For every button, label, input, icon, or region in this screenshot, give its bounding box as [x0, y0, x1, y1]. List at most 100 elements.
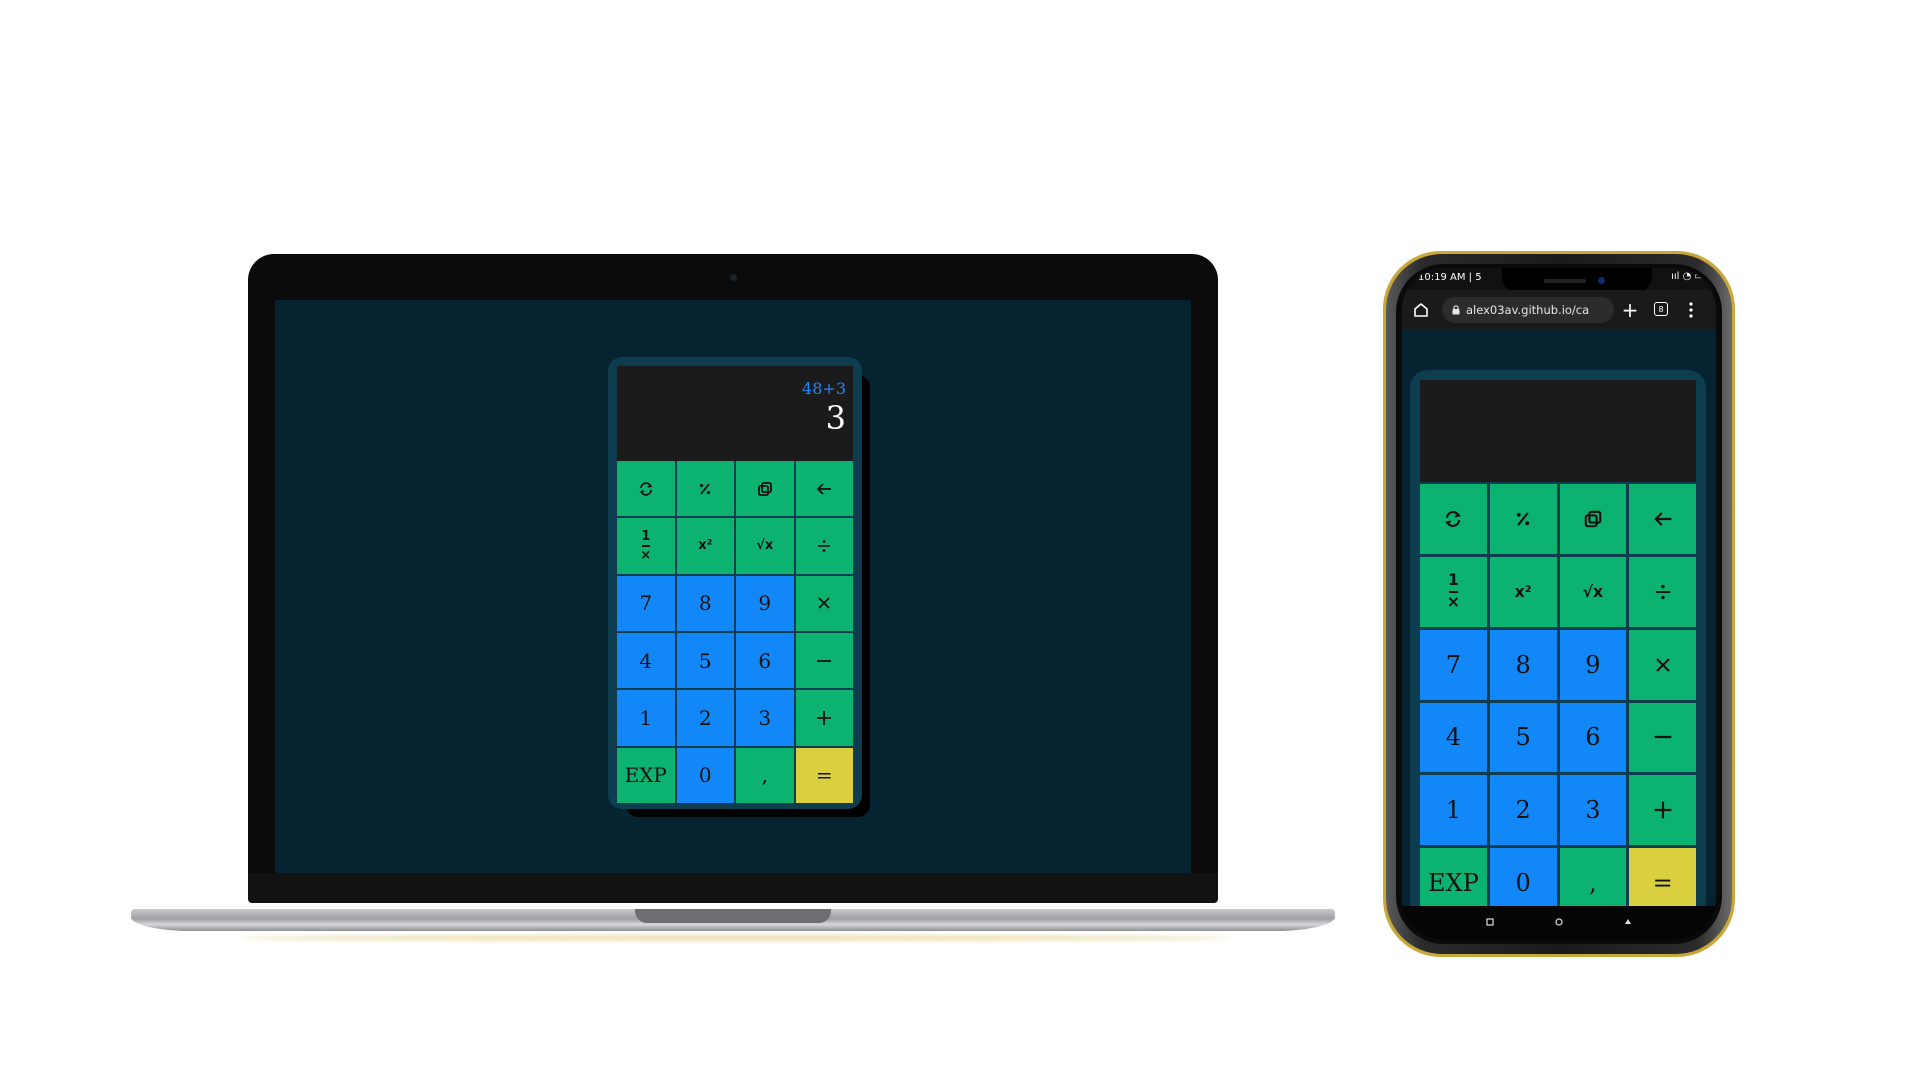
plus-icon [816, 710, 832, 726]
key-refresh[interactable] [1420, 484, 1487, 554]
sqrt-icon: √x [756, 538, 774, 554]
key-label: 7 [1445, 650, 1462, 679]
key-percent[interactable] [1489, 484, 1557, 554]
minus-icon [1653, 735, 1672, 740]
laptop-hinge [248, 873, 1218, 903]
more-menu-icon[interactable] [1686, 300, 1696, 320]
home-icon[interactable] [1412, 301, 1430, 319]
phone-screen: 10:19 AM | 5 ııl ◔ ▭ alex03av.github.io/… [1402, 268, 1716, 940]
laptop-camera [730, 274, 737, 281]
key-label: = [815, 763, 833, 788]
key-3[interactable]: 3 [1559, 775, 1627, 846]
key-divide[interactable] [1629, 556, 1696, 627]
recents-icon[interactable] [1486, 918, 1494, 926]
key-exp[interactable]: EXP [617, 747, 675, 803]
key-label: 1 [1445, 796, 1462, 825]
key-label: 8 [1515, 650, 1531, 679]
status-time: 10:19 AM | 5 [1418, 272, 1482, 283]
key-label: 4 [1445, 723, 1462, 752]
key-sqrt[interactable]: √x [1559, 556, 1627, 627]
expression-text: 48+3 [802, 379, 846, 398]
key-1[interactable]: 1 [1420, 775, 1487, 846]
divide-icon [1653, 582, 1672, 601]
android-nav-bar [1402, 906, 1716, 940]
key-comma[interactable]: , [736, 747, 794, 803]
percent-icon [1515, 511, 1532, 528]
key-label: 7 [639, 591, 653, 616]
key-refresh[interactable] [617, 461, 675, 517]
key-reciprocal[interactable]: 1 × [1420, 556, 1487, 627]
key-label: 4 [639, 648, 653, 673]
back-icon[interactable] [1624, 918, 1632, 926]
key-4[interactable]: 4 [617, 632, 675, 689]
key-8[interactable]: 8 [1489, 629, 1557, 700]
key-square[interactable]: x² [1489, 556, 1557, 627]
key-sqrt[interactable]: √x [736, 518, 794, 574]
key-6[interactable]: 6 [736, 632, 794, 689]
key-0[interactable]: 0 [676, 747, 734, 803]
key-multiply[interactable] [1629, 629, 1696, 700]
minus-icon [816, 659, 832, 663]
calculator-display [1420, 380, 1696, 482]
lock-icon [1452, 305, 1460, 315]
key-square[interactable]: x² [676, 518, 734, 574]
key-copy[interactable] [736, 461, 794, 517]
key-minus[interactable] [1629, 702, 1696, 773]
key-6[interactable]: 6 [1559, 702, 1627, 773]
new-tab-icon[interactable]: + [1620, 300, 1640, 320]
key-label: EXP [624, 763, 667, 788]
keypad: 1 × x² √x 7 8 9 4 5 6 1 2 3 EXP 0, = [1420, 484, 1696, 918]
key-7[interactable]: 7 [1420, 629, 1487, 700]
key-label: 8 [698, 591, 712, 616]
key-label: 5 [1515, 723, 1531, 752]
key-4[interactable]: 4 [1420, 702, 1487, 773]
key-divide[interactable] [795, 518, 853, 574]
key-3[interactable]: 3 [736, 690, 794, 746]
key-equals[interactable]: = [795, 747, 853, 803]
key-8[interactable]: 8 [676, 575, 734, 631]
key-plus[interactable] [795, 690, 853, 746]
tabs-icon[interactable]: 8 [1654, 302, 1668, 316]
laptop-shadow [240, 935, 1230, 941]
result-text: 3 [825, 399, 846, 437]
key-minus[interactable] [795, 632, 853, 689]
key-2[interactable]: 2 [1489, 775, 1557, 846]
address-bar[interactable]: alex03av.github.io/ca [1442, 297, 1614, 323]
key-2[interactable]: 2 [676, 690, 734, 746]
refresh-icon [1444, 509, 1463, 528]
key-plus[interactable] [1629, 775, 1696, 846]
key-label: 6 [1585, 723, 1601, 752]
percent-icon [698, 482, 712, 496]
key-backspace[interactable] [1629, 484, 1696, 554]
key-reciprocal[interactable]: 1 × [617, 518, 675, 574]
calculator-phone: 1 × x² √x 7 8 9 4 5 6 1 2 3 EXP 0, = [1410, 370, 1710, 920]
keypad: 1 × x² √x 7 8 9 4 5 6 1 2 3 EXP 0, = [617, 461, 853, 803]
key-label: 5 [698, 648, 712, 673]
multiply-icon [1654, 656, 1671, 673]
reciprocal-icon: 1 × [1446, 571, 1460, 611]
key-1[interactable]: 1 [617, 690, 675, 746]
front-camera [1598, 277, 1605, 284]
home-nav-icon[interactable] [1555, 918, 1563, 926]
key-7[interactable]: 7 [617, 575, 675, 631]
key-label: 6 [758, 648, 772, 673]
key-5[interactable]: 5 [676, 632, 734, 689]
key-copy[interactable] [1559, 484, 1627, 554]
copy-icon [757, 481, 773, 497]
refresh-icon [638, 481, 654, 497]
key-label: 3 [1585, 796, 1601, 825]
key-backspace[interactable] [795, 461, 853, 517]
key-label: EXP [1427, 869, 1479, 898]
backspace-icon [1653, 512, 1672, 526]
key-label: , [1589, 869, 1597, 898]
backspace-icon [816, 483, 832, 495]
reciprocal-icon: 1 × [640, 528, 652, 563]
key-percent[interactable] [676, 461, 734, 517]
key-9[interactable]: 9 [1559, 629, 1627, 700]
key-9[interactable]: 9 [736, 575, 794, 631]
speaker-grille [1544, 279, 1586, 283]
browser-toolbar: alex03av.github.io/ca + 8 [1402, 290, 1716, 330]
key-multiply[interactable] [795, 575, 853, 631]
key-5[interactable]: 5 [1489, 702, 1557, 773]
key-label: 2 [1515, 796, 1531, 825]
